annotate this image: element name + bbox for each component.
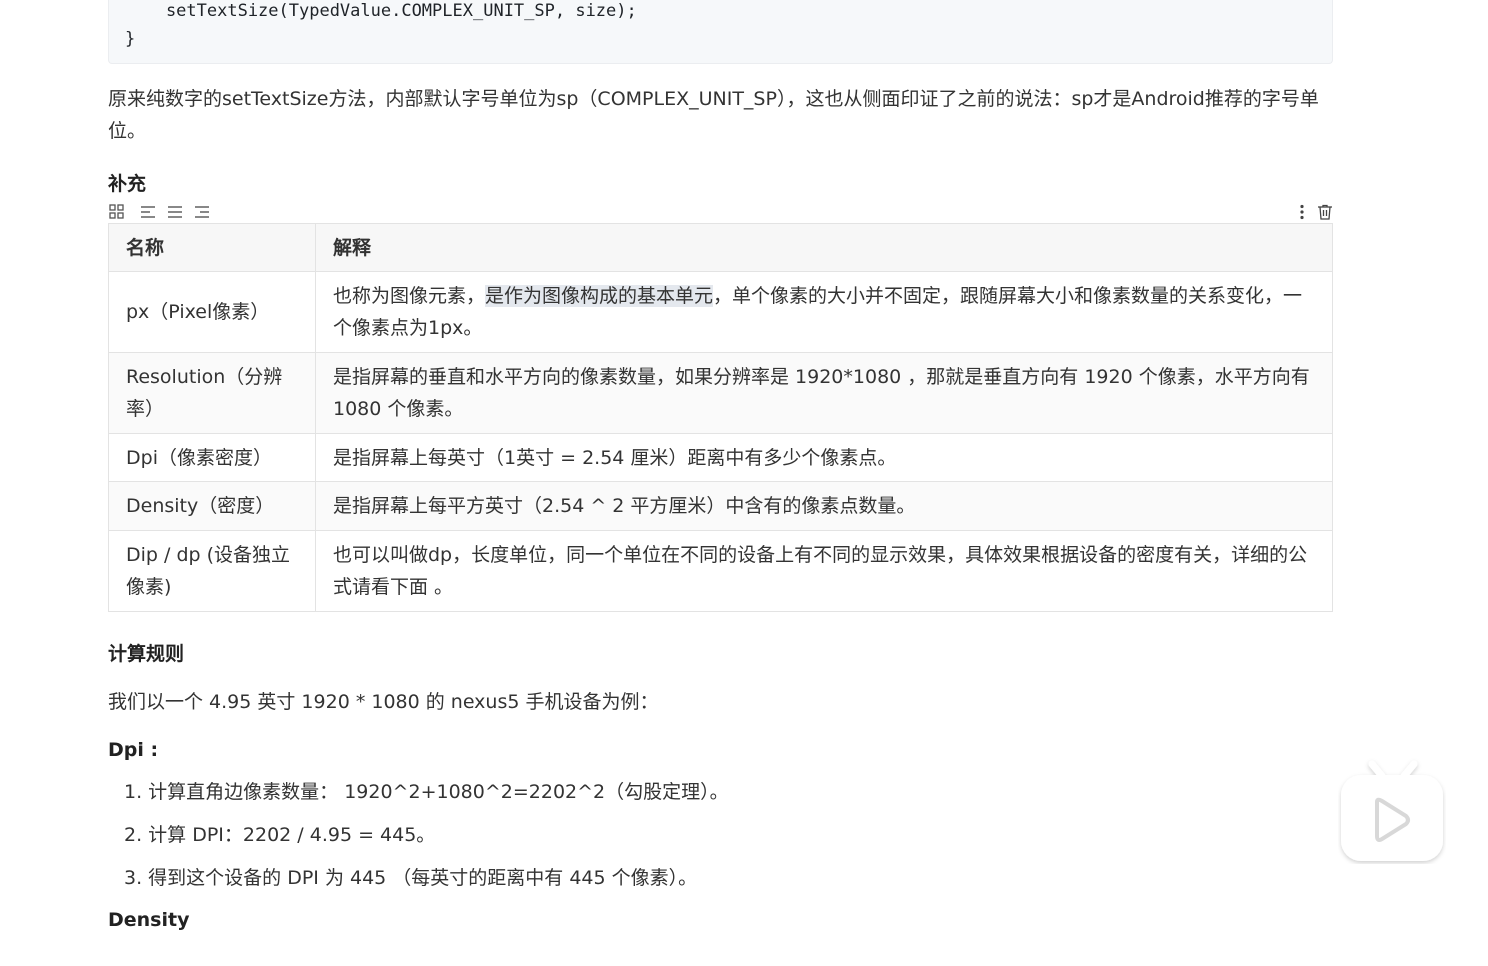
table-cell-desc: 也称为图像元素，是作为图像构成的基本单元，单个像素的大小并不固定，跟随屏幕大小和…	[315, 271, 1333, 353]
trash-icon[interactable]	[1316, 203, 1334, 221]
dpi-steps-list: 1. 计算直角边像素数量： 1920^2+1080^2=2202^2（勾股定理）…	[108, 771, 1333, 900]
definitions-table: 名称 解释 px（Pixel像素） 也称为图像元素，是作为图像构成的基本单元，单…	[108, 223, 1333, 612]
list-item: 1. 计算直角边像素数量： 1920^2+1080^2=2202^2（勾股定理）…	[124, 781, 729, 803]
align-right-icon[interactable]	[193, 203, 211, 221]
page: setTextSize(TypedValue.COMPLEX_UNIT_SP, …	[0, 0, 1488, 966]
calc-intro: 我们以一个 4.95 英寸 1920 * 1080 的 nexus5 手机设备为…	[108, 691, 659, 713]
play-icon[interactable]	[1338, 758, 1446, 864]
supplement-heading: 补充	[108, 173, 147, 195]
list-item: 2. 计算 DPI：2202 / 4.95 = 445。	[124, 824, 436, 846]
table-cell-desc: 是指屏幕上每平方英寸（2.54 ^ 2 平方厘米）中含有的像素点数量。	[315, 481, 1333, 531]
align-center-icon[interactable]	[166, 203, 184, 221]
table-header-row: 名称 解释	[108, 223, 1333, 272]
density-heading: Density	[108, 909, 190, 931]
table-row: Resolution（分辨率） 是指屏幕的垂直和水平方向的像素数量，如果分辨率是…	[108, 352, 1333, 434]
code-line: setTextSize(TypedValue.COMPLEX_UNIT_SP, …	[125, 1, 637, 21]
table-cell-desc: 是指屏幕上每英寸（1英寸 = 2.54 厘米）距离中有多少个像素点。	[315, 433, 1333, 482]
desc-text: 也称为图像元素，	[333, 285, 486, 307]
table-row: Density（密度） 是指屏幕上每平方英寸（2.54 ^ 2 平方厘米）中含有…	[108, 481, 1333, 531]
more-vertical-icon[interactable]	[1293, 203, 1311, 221]
table-header-desc: 解释	[315, 223, 1333, 272]
table-cell-name: Dip / dp (设备独立像素)	[108, 530, 316, 612]
table-header-name: 名称	[108, 223, 316, 272]
table-cell-desc: 也可以叫做dp，长度单位，同一个单位在不同的设备上有不同的显示效果，具体效果根据…	[315, 530, 1333, 612]
code-line: }	[125, 29, 136, 49]
table-row: Dpi（像素密度） 是指屏幕上每英寸（1英寸 = 2.54 厘米）距离中有多少个…	[108, 433, 1333, 482]
table-cell-name: Density（密度）	[108, 481, 316, 531]
align-left-icon[interactable]	[139, 203, 157, 221]
list-item: 3. 得到这个设备的 DPI 为 445 （每英寸的距离中有 445 个像素）。	[124, 867, 698, 889]
dpi-heading: Dpi :	[108, 739, 159, 761]
table-cell-name: Dpi（像素密度）	[108, 433, 316, 482]
article-content: setTextSize(TypedValue.COMPLEX_UNIT_SP, …	[108, 0, 1333, 936]
grid-icon[interactable]	[108, 203, 126, 221]
code-block: setTextSize(TypedValue.COMPLEX_UNIT_SP, …	[108, 0, 1333, 64]
intro-paragraph: 原来纯数字的setTextSize方法，内部默认字号单位为sp（COMPLEX_…	[108, 88, 1319, 142]
table-row: Dip / dp (设备独立像素) 也可以叫做dp，长度单位，同一个单位在不同的…	[108, 530, 1333, 612]
calc-heading: 计算规则	[108, 643, 185, 665]
table-toolbar	[108, 201, 1333, 223]
table-cell-name: Resolution（分辨率）	[108, 352, 316, 434]
table-cell-name: px（Pixel像素）	[108, 271, 316, 353]
table-row: px（Pixel像素） 也称为图像元素，是作为图像构成的基本单元，单个像素的大小…	[108, 271, 1333, 353]
selected-text[interactable]: 是作为图像构成的基本单元	[485, 285, 714, 307]
table-cell-desc: 是指屏幕的垂直和水平方向的像素数量，如果分辨率是 1920*1080 ，那就是垂…	[315, 352, 1333, 434]
